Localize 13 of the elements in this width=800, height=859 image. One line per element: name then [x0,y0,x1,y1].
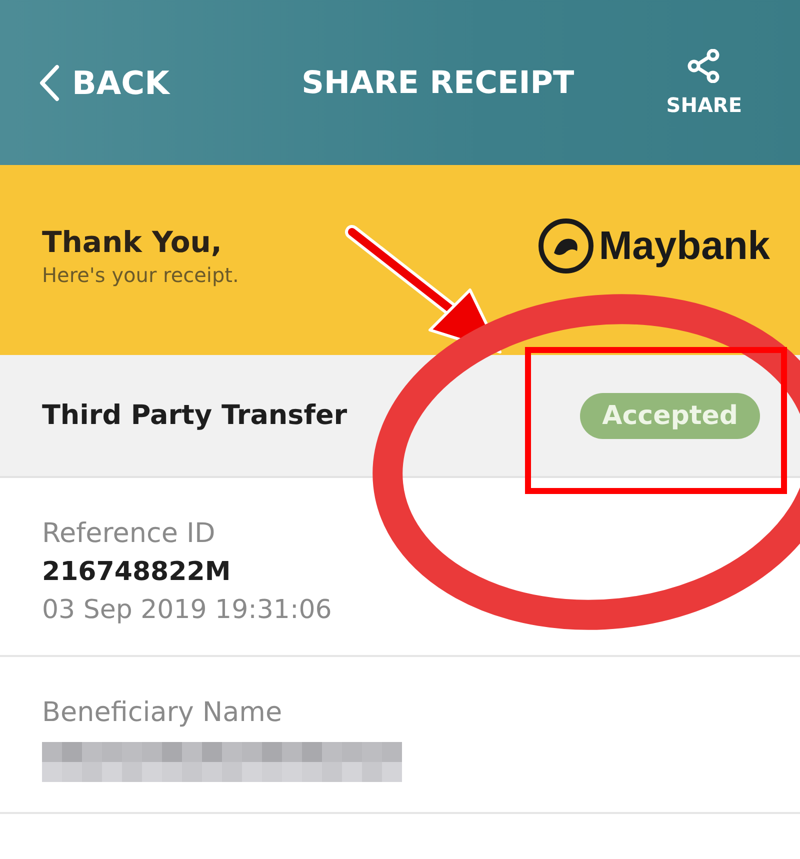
detail-label: Beneficiary Name [42,697,282,728]
bank-logo-text: Maybank [598,224,770,268]
screen-title: SHARE RECEIPT [302,64,574,100]
detail-value: 216748822M [42,557,231,587]
receipt-subheading: Here's your receipt. [42,263,239,287]
share-button[interactable]: SHARE [666,48,742,116]
status-badge: Accepted [580,392,760,438]
detail-label: Reference ID [42,518,216,549]
thank-you-heading: Thank You, [42,225,223,259]
timestamp: 03 Sep 2019 19:31:06 [42,595,332,625]
transaction-type: Third Party Transfer [42,400,348,431]
back-button[interactable]: BACK [38,64,170,102]
back-chevron-icon [38,64,60,102]
